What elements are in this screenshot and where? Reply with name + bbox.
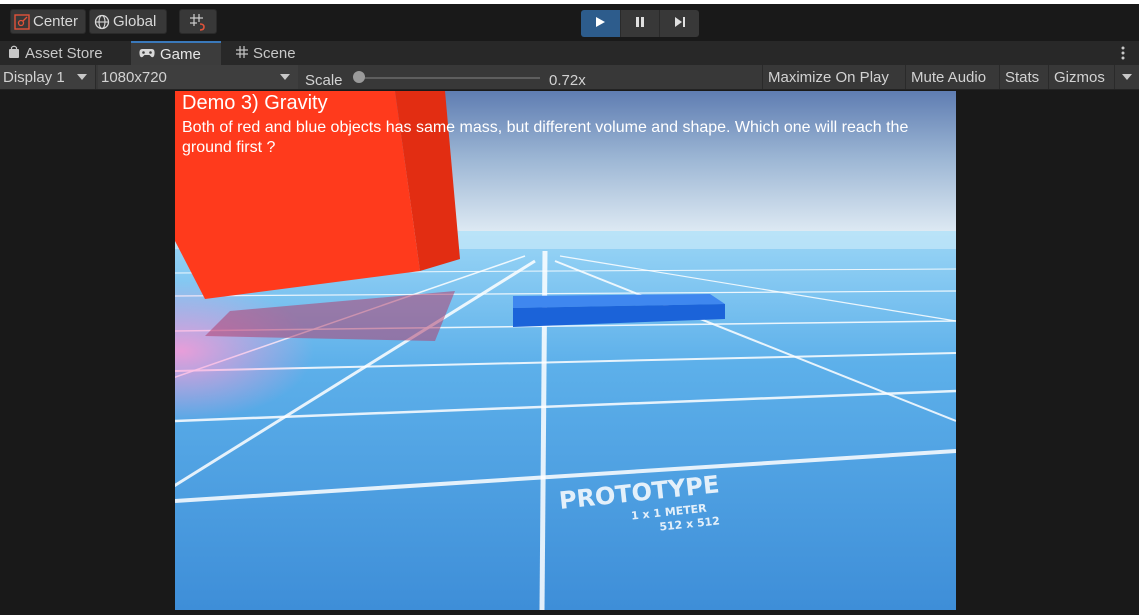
scale-slider-handle[interactable] [353,71,365,83]
step-icon [674,15,686,33]
play-button[interactable] [581,10,621,37]
tab-game[interactable]: Game [131,41,221,65]
demo-title: Demo 3) Gravity [182,92,328,114]
playmode-controls [581,10,700,37]
mute-audio-toggle[interactable]: Mute Audio [905,65,997,89]
pivot-rotation-label: Global [113,13,157,30]
stats-toggle[interactable]: Stats [999,65,1046,89]
resolution-dropdown[interactable]: 1080x720 [98,65,298,89]
play-icon [594,15,606,33]
chevron-down-icon [1122,74,1132,80]
globe-icon [94,14,110,30]
display-dropdown-value: Display 1 [3,68,65,86]
display-dropdown[interactable]: Display 1 [0,65,96,89]
game-scene-render: PROTOTYPE 1 x 1 METER 512 x 512 [175,91,956,610]
step-button[interactable] [660,10,700,37]
bag-icon [8,45,20,62]
pivot-mode-label: Center [33,13,79,30]
game-viewport[interactable]: PROTOTYPE 1 x 1 METER 512 x 512 Demo 3) … [175,91,956,610]
chevron-down-icon [77,74,87,80]
game-view-toolbar: Display 1 1080x720 Scale 0.72x Maximize … [0,65,1139,90]
more-options-icon[interactable] [1121,45,1125,61]
pause-button[interactable] [620,10,661,37]
pivot-mode-button[interactable]: Center [10,9,86,34]
gizmos-dropdown[interactable] [1114,65,1139,89]
grid-snap-icon [189,13,207,31]
scale-label: Scale [305,71,343,89]
tab-asset-store-label: Asset Store [25,44,103,62]
tab-game-label: Game [160,45,201,63]
grid-icon [236,45,248,62]
editor-tab-bar: Asset Store Game Scene [0,41,1139,65]
pivot-icon [14,13,30,30]
tab-scene-label: Scene [253,44,296,62]
pause-icon [634,15,646,33]
main-toolbar: Center Global [0,0,1139,41]
scale-slider-track[interactable] [358,77,540,79]
pivot-rotation-button[interactable]: Global [89,9,167,34]
demo-description: Both of red and blue objects has same ma… [182,119,909,156]
scale-value: 0.72x [549,71,586,89]
gizmos-toggle[interactable]: Gizmos [1048,65,1114,89]
tab-scene[interactable]: Scene [228,41,318,65]
grid-snap-button[interactable] [179,9,217,34]
chevron-down-icon [280,74,290,80]
resolution-dropdown-value: 1080x720 [101,68,167,86]
maximize-on-play-toggle[interactable]: Maximize On Play [762,65,900,89]
gamepad-icon [139,46,155,63]
tab-asset-store[interactable]: Asset Store [0,41,130,65]
